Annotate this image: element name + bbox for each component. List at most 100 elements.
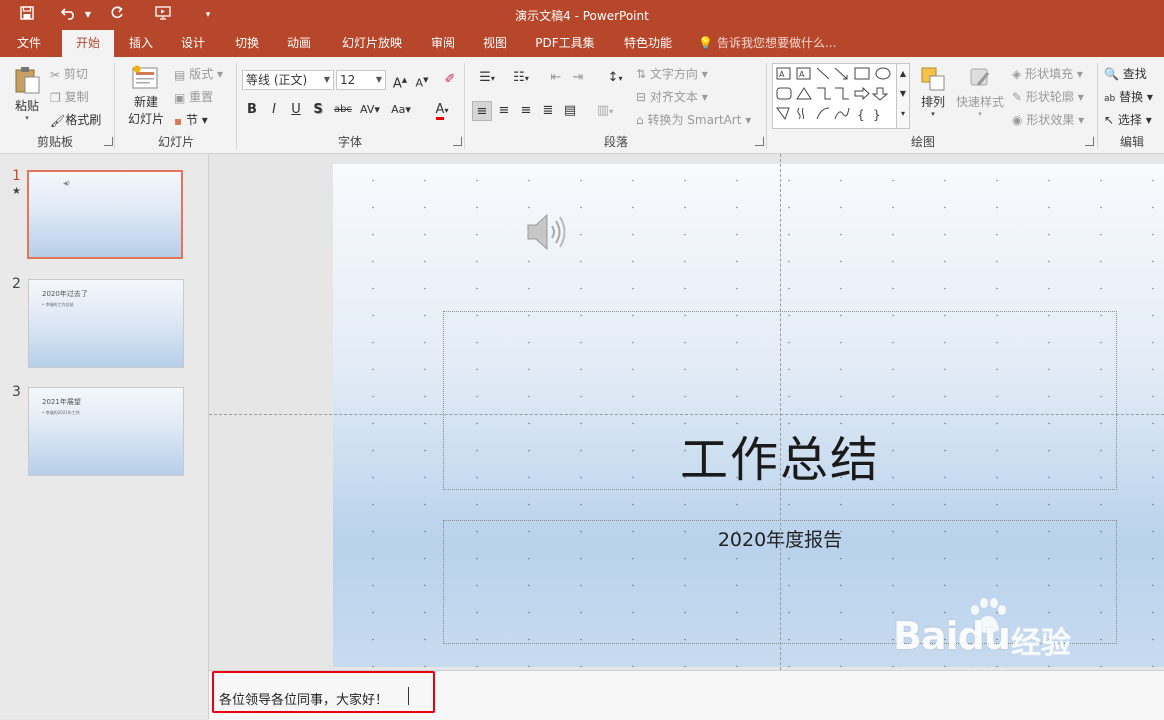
distributed-button[interactable]: ▤: [560, 101, 580, 121]
replace-label: 替换: [1119, 90, 1144, 104]
layout-button[interactable]: ▤ 版式 ▾: [174, 65, 223, 82]
change-case-button[interactable]: Aa▾: [386, 100, 416, 120]
clipboard-launcher-icon[interactable]: [104, 137, 113, 146]
tab-animations[interactable]: 动画: [276, 30, 322, 57]
svg-text:{: {: [857, 108, 865, 122]
thumbnail-number: 3: [12, 384, 21, 400]
svg-text:A: A: [779, 70, 785, 79]
shadow-button[interactable]: S: [308, 100, 328, 120]
copy-button[interactable]: ❐ 复制: [50, 88, 89, 105]
shape-outline-button[interactable]: ✎ 形状轮廓 ▾: [1012, 88, 1084, 105]
tab-slideshow[interactable]: 幻灯片放映: [332, 30, 412, 57]
text-direction-button[interactable]: ⇅ 文字方向 ▾: [636, 65, 708, 82]
tab-home[interactable]: 开始: [62, 30, 114, 57]
line-spacing-icon: ↕: [607, 70, 619, 85]
cut-button[interactable]: ✂ 剪切: [50, 65, 88, 82]
tell-me-box[interactable]: 💡 告诉我您想要做什么...: [698, 30, 836, 57]
slide-editing-area: 工作总结 2020年度报告 Baidu 经验 jingyan.baidu.com: [209, 154, 1164, 685]
justify-button[interactable]: ≣: [538, 101, 558, 121]
decrease-indent-button[interactable]: ⇤: [546, 68, 566, 88]
notes-pane[interactable]: 各位领导各位同事，大家好！: [209, 670, 1164, 720]
clear-formatting-button[interactable]: ✐: [440, 70, 460, 90]
grow-font-label: A: [392, 76, 402, 92]
strikethrough-button[interactable]: abc: [330, 100, 356, 120]
align-left-button[interactable]: ≡: [472, 101, 492, 121]
new-slide-button[interactable]: 新建 幻灯片: [122, 65, 170, 127]
horizontal-guide[interactable]: [209, 414, 1164, 415]
svg-text:A: A: [799, 70, 805, 79]
slide-thumbnail-2[interactable]: 2020年过去了 • 幸福的工作总结: [28, 279, 184, 368]
shrink-font-button[interactable]: A▼: [412, 70, 432, 90]
tab-transitions[interactable]: 切换: [224, 30, 270, 57]
find-button[interactable]: 🔍 查找: [1104, 65, 1147, 82]
tab-insert[interactable]: 插入: [118, 30, 164, 57]
window-title: 演示文稿4 - PowerPoint: [515, 9, 649, 23]
shape-effects-button[interactable]: ◉ 形状效果 ▾: [1012, 111, 1084, 128]
tell-me-text: 告诉我您想要做什么...: [716, 36, 837, 50]
paragraph-launcher-icon[interactable]: [755, 137, 764, 146]
quick-styles-button[interactable]: 快速样式 ▾: [954, 65, 1006, 118]
increase-indent-button[interactable]: ⇥: [568, 68, 588, 88]
reset-button[interactable]: ▣ 重置: [174, 88, 213, 105]
tab-view[interactable]: 视图: [472, 30, 518, 57]
char-spacing-label: AV: [360, 103, 375, 116]
align-right-button[interactable]: ≡: [516, 101, 536, 121]
arrange-label: 排列: [920, 95, 945, 109]
bold-button[interactable]: B: [242, 100, 262, 120]
shapes-gallery[interactable]: A A { }: [772, 63, 910, 129]
clipboard-group-label: 剪贴板: [36, 135, 73, 149]
font-name-value: 等线 (正文): [246, 73, 308, 87]
select-button[interactable]: ↖ 选择 ▾: [1104, 111, 1152, 128]
new-slide-label-2: 幻灯片: [127, 112, 164, 126]
vertical-guide[interactable]: [780, 154, 781, 670]
shape-fill-button[interactable]: ◈ 形状填充 ▾: [1012, 65, 1083, 82]
italic-button[interactable]: I: [264, 100, 284, 120]
speaker-icon: ◀): [63, 180, 70, 187]
arrange-button[interactable]: 排列 ▾: [916, 65, 950, 118]
align-center-button[interactable]: ≡: [494, 101, 514, 121]
svg-text:}: }: [873, 108, 881, 122]
tab-design[interactable]: 设计: [170, 30, 216, 57]
paste-label: 粘贴: [14, 99, 39, 113]
tab-pdf-tools[interactable]: PDF工具集: [530, 30, 600, 57]
notes-text[interactable]: 各位领导各位同事，大家好！: [219, 689, 388, 708]
shrink-font-label: A: [415, 76, 424, 90]
distributed-icon: ▤: [563, 103, 577, 118]
shapes-scroll[interactable]: ▲ ▼ ▾: [896, 63, 910, 129]
numbering-button[interactable]: ☷▾: [506, 68, 536, 88]
arrange-icon: [921, 67, 945, 91]
select-label: 选择: [1117, 113, 1142, 127]
slide-thumbnail-1[interactable]: ◀): [27, 170, 183, 259]
paste-button[interactable]: 粘贴 ▾: [10, 65, 44, 122]
drawing-group-label: 绘图: [910, 135, 935, 149]
drawing-launcher-icon[interactable]: [1085, 137, 1094, 146]
bullets-button[interactable]: ☰▾: [472, 68, 502, 88]
format-painter-button[interactable]: 🖌格式刷: [50, 111, 101, 128]
text-direction-icon: ⇅: [636, 67, 647, 81]
underline-button[interactable]: U: [286, 100, 306, 120]
char-spacing-button[interactable]: AV▾: [356, 100, 384, 120]
change-case-label: Aa: [391, 103, 406, 116]
columns-button[interactable]: ▥▾: [590, 101, 620, 121]
font-color-button[interactable]: A▾: [428, 100, 456, 120]
tab-file[interactable]: 文件: [6, 30, 52, 57]
separator: [1097, 63, 1098, 149]
align-text-button[interactable]: ⊟ 对齐文本 ▾: [636, 88, 708, 105]
tab-review[interactable]: 审阅: [420, 30, 466, 57]
tab-special[interactable]: 特色功能: [614, 30, 682, 57]
font-size-value: 12: [340, 73, 356, 87]
paint-bucket-icon: ◈: [1012, 67, 1022, 81]
grow-font-button[interactable]: A▲: [390, 70, 410, 92]
font-launcher-icon[interactable]: [453, 137, 462, 146]
line-spacing-button[interactable]: ↕▾: [600, 68, 630, 88]
slide-canvas[interactable]: 工作总结 2020年度报告: [333, 164, 1164, 667]
section-button[interactable]: ▪ 节 ▾: [174, 111, 208, 128]
replace-icon: ab: [1104, 94, 1116, 104]
font-size-select[interactable]: 12 ▼: [336, 70, 386, 90]
align-center-icon: ≡: [498, 103, 510, 118]
font-name-select[interactable]: 等线 (正文) ▼: [242, 70, 334, 90]
replace-button[interactable]: ab 替换 ▾: [1104, 88, 1153, 105]
slide-thumbnail-3[interactable]: 2021年展望 • 幸福的2021年工作: [28, 387, 184, 476]
audio-speaker-icon[interactable]: [525, 210, 571, 254]
smartart-button[interactable]: ⌂ 转换为 SmartArt ▾: [636, 111, 751, 128]
